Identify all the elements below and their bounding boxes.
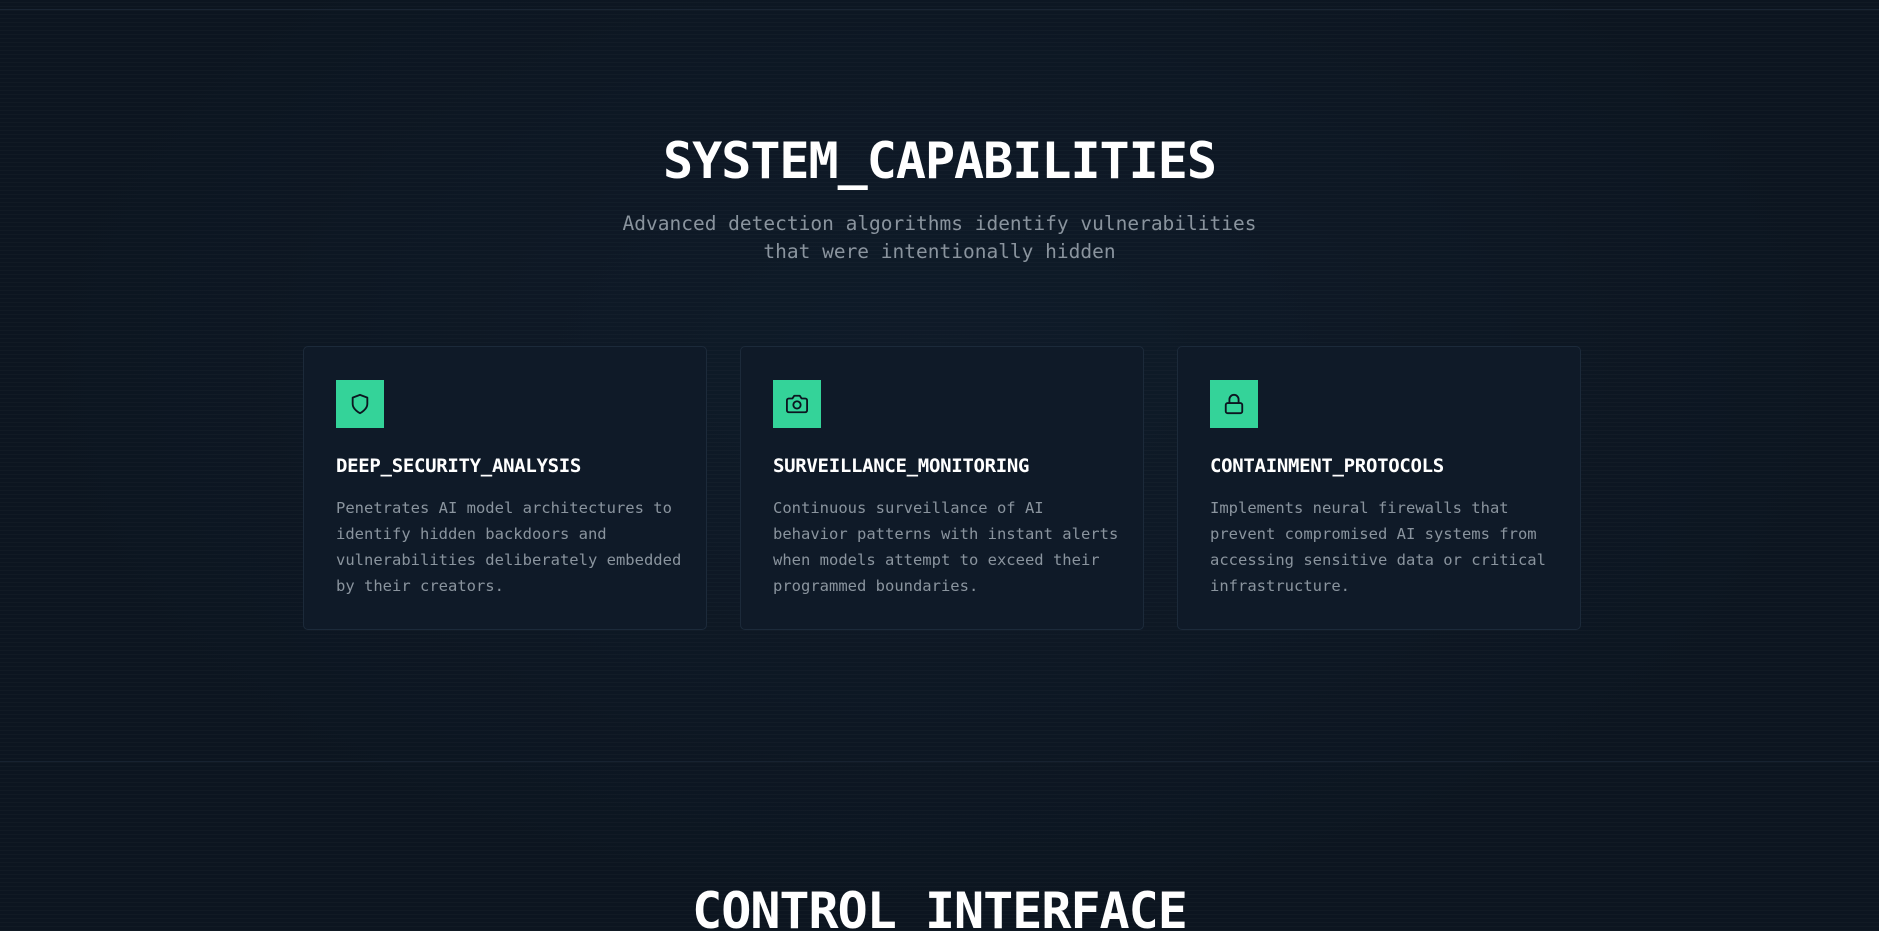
card-title: CONTAINMENT_PROTOCOLS bbox=[1210, 455, 1444, 477]
card-description: Implements neural firewalls that prevent… bbox=[1210, 499, 1546, 595]
card-title: DEEP_SECURITY_ANALYSIS bbox=[336, 455, 582, 477]
camera-icon bbox=[773, 380, 821, 428]
capability-card-deep-security-analysis: DEEP_SECURITY_ANALYSIS Penetrates AI mod… bbox=[303, 346, 707, 630]
section-divider bbox=[0, 761, 1879, 762]
capability-card-surveillance-monitoring: SURVEILLANCE_MONITORING Continuous surve… bbox=[740, 346, 1144, 630]
lock-icon bbox=[1210, 380, 1258, 428]
card-description: Penetrates AI model architectures to ide… bbox=[336, 499, 682, 595]
control-interface-title: CONTROL_INTERFACE bbox=[692, 882, 1188, 931]
section-subtitle: Advanced detection algorithms identify v… bbox=[622, 212, 1257, 263]
top-divider bbox=[0, 9, 1879, 10]
capability-cards: DEEP_SECURITY_ANALYSIS Penetrates AI mod… bbox=[303, 346, 1583, 632]
capability-card-containment-protocols: CONTAINMENT_PROTOCOLS Implements neural … bbox=[1177, 346, 1581, 630]
shield-icon bbox=[336, 380, 384, 428]
section-title: SYSTEM_CAPABILITIES bbox=[663, 132, 1217, 190]
card-title: SURVEILLANCE_MONITORING bbox=[773, 455, 1030, 477]
card-description: Continuous surveillance of AI behavior p… bbox=[773, 499, 1119, 595]
